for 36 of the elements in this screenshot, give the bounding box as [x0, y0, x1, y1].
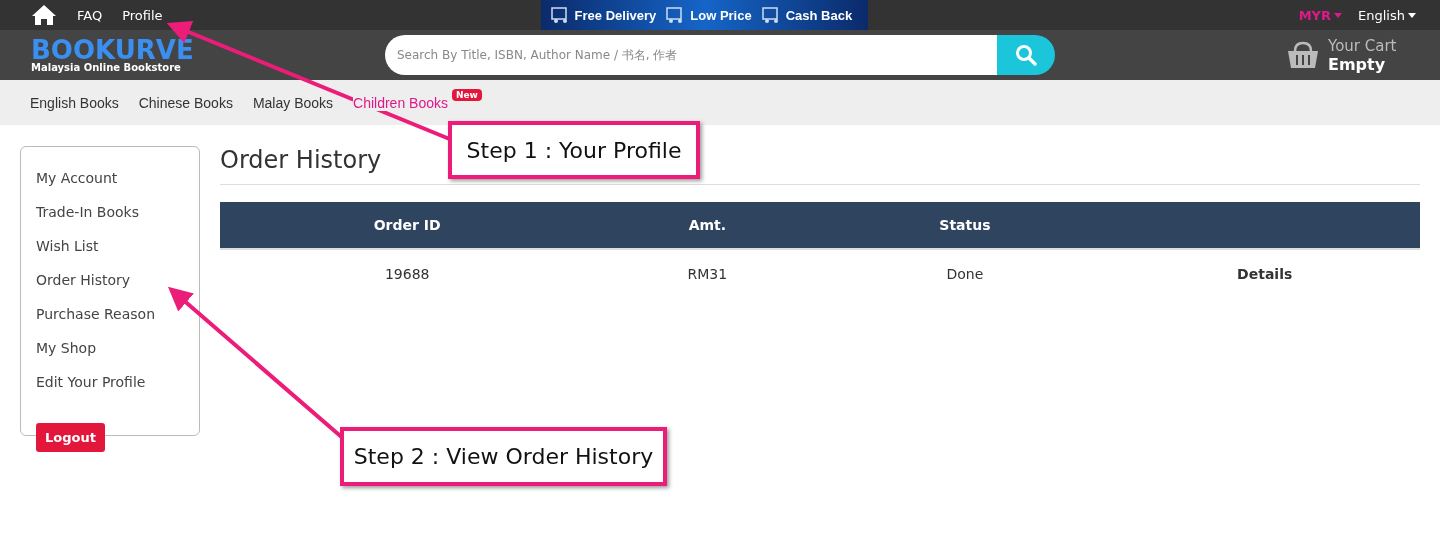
- table-cell: RM31: [687, 266, 728, 282]
- category-link[interactable]: Malay Books: [252, 94, 334, 111]
- nav-link[interactable]: Profile: [122, 7, 163, 23]
- logo-tagline: Malaysia Online Bookstore: [31, 61, 182, 73]
- cart-label[interactable]: Your Cart: [1328, 36, 1428, 55]
- search-field[interactable]: Search By Title, ISBN, Author Name / 书名, 作者: [385, 35, 997, 75]
- sidebar-item[interactable]: My Shop: [36, 331, 184, 365]
- table-cell: 19688: [384, 266, 430, 282]
- sidebar-item[interactable]: Purchase Reason: [36, 297, 184, 331]
- category-link[interactable]: English Books: [30, 94, 119, 111]
- details-link[interactable]: Details: [1237, 266, 1293, 282]
- sidebar-item[interactable]: Edit Your Profile: [36, 365, 184, 399]
- category-link[interactable]: Chinese Books: [138, 94, 233, 111]
- sidebar-item[interactable]: Trade-In Books: [36, 195, 184, 229]
- column-header: Status: [820, 202, 1110, 249]
- basket-icon[interactable]: [1286, 40, 1320, 70]
- language-dropdown[interactable]: English: [1358, 7, 1416, 23]
- nav-link[interactable]: FAQ: [77, 7, 103, 23]
- search-button[interactable]: [997, 35, 1055, 75]
- cart-status[interactable]: Empty: [1328, 54, 1428, 74]
- home-icon[interactable]: [31, 4, 57, 26]
- column-header: Order ID: [220, 202, 595, 249]
- sidebar-item[interactable]: Wish List: [36, 229, 184, 263]
- promo-text: Free Delivery: [574, 7, 657, 23]
- sidebar-item[interactable]: Order History: [36, 263, 184, 297]
- category-link[interactable]: Children Books: [353, 94, 448, 111]
- annotation-callout: Step 1 : Your Profile: [448, 121, 700, 179]
- table-cell: Done: [946, 266, 984, 282]
- promo-text: Cash Back: [785, 7, 853, 23]
- column-header: Amt.: [594, 202, 821, 249]
- search-icon: [1015, 44, 1037, 66]
- annotation-callout: Step 2 : View Order History: [340, 427, 667, 486]
- new-badge: New: [452, 88, 482, 101]
- promo-text: Low Price: [690, 7, 752, 23]
- sidebar-item[interactable]: My Account: [36, 161, 184, 195]
- logout-button[interactable]: Logout: [36, 423, 105, 452]
